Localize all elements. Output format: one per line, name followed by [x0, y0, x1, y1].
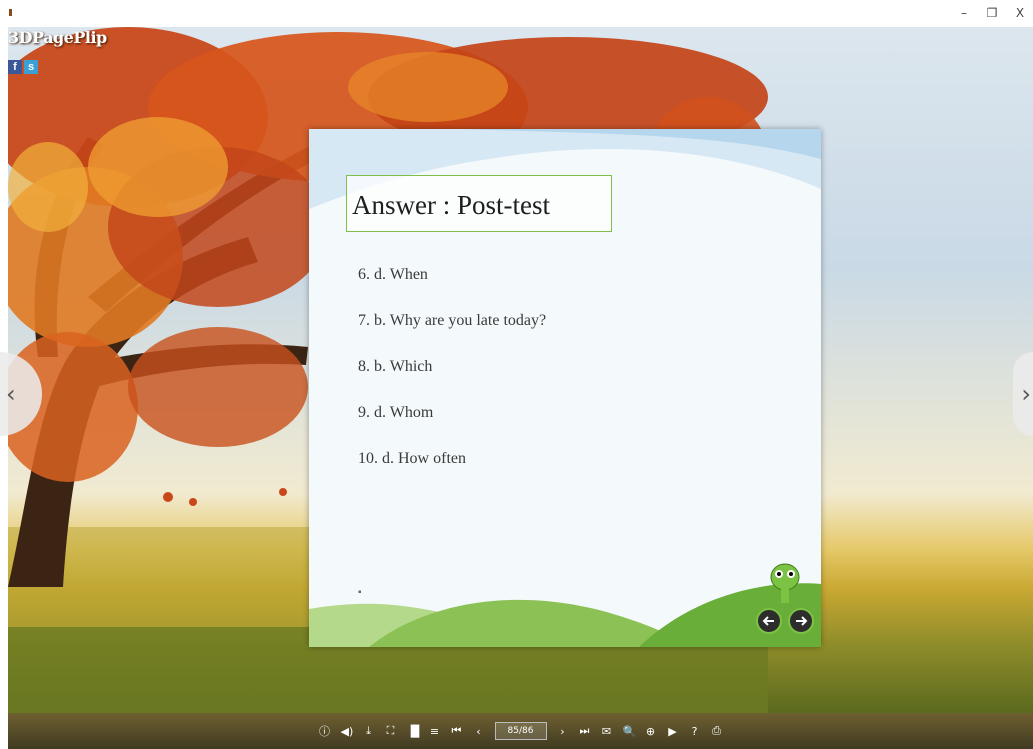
last-page-icon[interactable]: ⏭ — [579, 724, 591, 738]
brand-logo[interactable]: 3DPagePlip — [8, 28, 107, 47]
thumbnails-icon[interactable]: ▐▌ — [407, 725, 424, 738]
share-icon[interactable]: s — [24, 60, 38, 74]
minimize-button[interactable]: – — [957, 6, 971, 20]
download-icon[interactable]: ⤓ — [363, 724, 375, 738]
next-page-icon[interactable]: › — [557, 725, 569, 738]
facebook-icon[interactable]: f — [8, 60, 22, 74]
first-page-icon[interactable]: ⏮ — [451, 724, 463, 738]
answer-list: 6. d. When 7. b. Why are you late today?… — [358, 265, 546, 495]
window-titlebar: – ❐ X — [0, 0, 1033, 27]
info-icon[interactable]: ⓘ — [319, 723, 331, 739]
frog-mascot-nav — [756, 563, 814, 634]
help-icon[interactable]: ? — [689, 725, 701, 738]
answer-item: 10. d. How often — [358, 450, 466, 467]
answer-item: 7. b. Why are you late today? — [358, 312, 547, 329]
email-icon[interactable]: ✉ — [601, 725, 613, 738]
answer-item: 9. d. Whom — [358, 404, 434, 421]
bullet-mark: ▪ — [358, 587, 362, 598]
search-icon[interactable]: 🔍 — [623, 725, 637, 738]
print-icon[interactable]: ⎙ — [711, 724, 723, 738]
window-controls: – ❐ X — [957, 6, 1027, 20]
table-of-contents-icon[interactable]: ≡ — [429, 725, 441, 738]
answer-item: 6. d. When — [358, 266, 428, 283]
restore-button[interactable]: ❐ — [985, 6, 999, 20]
sound-icon[interactable]: ◀) — [341, 725, 354, 738]
next-page-side-button[interactable]: › — [1013, 352, 1033, 436]
answer-item: 8. b. Which — [358, 358, 433, 375]
chevron-left-icon: ‹ — [6, 380, 16, 408]
page-number-field[interactable]: 85/86 — [494, 722, 547, 740]
book-page[interactable]: Answer : Post-test 6. d. When 7. b. Why … — [309, 129, 821, 647]
zoom-in-icon[interactable]: ⊕ — [645, 725, 657, 738]
close-button[interactable]: X — [1013, 6, 1027, 20]
app-icon — [9, 9, 12, 16]
chevron-right-icon: › — [1021, 380, 1031, 408]
page-title: Answer : Post-test — [352, 190, 550, 220]
previous-page-icon[interactable]: ‹ — [473, 725, 485, 738]
flipbook-toolbar: ⓘ ◀) ⤓ ⛶ ▐▌ ≡ ⏮ ‹ 85/86 › ⏭ ✉ 🔍 ⊕ ▶ ? ⎙ — [8, 713, 1033, 749]
autoplay-icon[interactable]: ▶ — [667, 725, 679, 738]
title-box: Answer : Post-test — [346, 175, 612, 232]
fullscreen-icon[interactable]: ⛶ — [385, 724, 397, 738]
social-share-bar: f s — [8, 60, 38, 74]
